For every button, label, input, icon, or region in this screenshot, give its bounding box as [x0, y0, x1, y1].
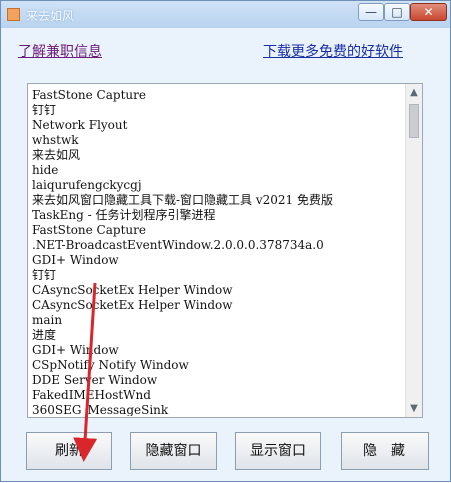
- vertical-scrollbar[interactable]: ▲ ▼: [405, 84, 422, 417]
- window-list-item[interactable]: hide: [32, 163, 404, 178]
- window-list-item[interactable]: 来去如风: [32, 148, 404, 163]
- window-list-item[interactable]: DDE Server Window: [32, 373, 404, 388]
- window-list-item[interactable]: whstwk: [32, 133, 404, 148]
- window-list-items: FastStone Capture 钉钉 Network Flyout whstwk 来…: [32, 88, 404, 416]
- window-list-item[interactable]: 进度: [32, 328, 404, 343]
- app-window: 来去如风 — □ ✕ 了解兼职信息 下载更多免费的好软件 FastStone C…: [0, 0, 451, 482]
- refresh-button[interactable]: 刷新: [26, 432, 112, 470]
- window-list-item[interactable]: FastStone Capture: [32, 223, 404, 238]
- window-list-item[interactable]: FakedIMEHostWnd: [32, 388, 404, 403]
- window-list-item[interactable]: CAsyncSocketEx Helper Window: [32, 283, 404, 298]
- scroll-down-arrow-icon[interactable]: ▼: [406, 400, 422, 417]
- window-list-item[interactable]: 360SEG_MessageSink: [32, 403, 404, 416]
- window-list-item[interactable]: TaskEng - 任务计划程序引擎进程: [32, 208, 404, 223]
- minimize-button[interactable]: —: [358, 3, 384, 21]
- window-list-item[interactable]: 来去如风窗口隐藏工具下载-窗口隐藏工具 v2021 免费版: [32, 193, 404, 208]
- window-list-item[interactable]: FastStone Capture: [32, 88, 404, 103]
- window-list[interactable]: FastStone Capture 钉钉 Network Flyout whstwk 来…: [27, 83, 423, 418]
- scroll-thumb[interactable]: [409, 104, 419, 138]
- window-list-item[interactable]: main: [32, 313, 404, 328]
- title-bar[interactable]: 来去如风 — □ ✕: [1, 1, 450, 28]
- window-title: 来去如风: [26, 9, 75, 23]
- window-list-item[interactable]: laiqurufengckycgj: [32, 178, 404, 193]
- window-list-item[interactable]: GDI+ Window: [32, 343, 404, 358]
- window-list-item[interactable]: CAsyncSocketEx Helper Window: [32, 298, 404, 313]
- window-list-item[interactable]: CSpNotify Notify Window: [32, 358, 404, 373]
- download-more-software-link[interactable]: 下载更多免费的好软件: [263, 43, 403, 61]
- window-list-item[interactable]: 钉钉: [32, 103, 404, 118]
- window-list-item[interactable]: GDI+ Window: [32, 253, 404, 268]
- close-button[interactable]: ✕: [410, 3, 447, 21]
- app-icon: [7, 8, 20, 21]
- window-list-item[interactable]: Network Flyout: [32, 118, 404, 133]
- scroll-up-arrow-icon[interactable]: ▲: [406, 84, 422, 101]
- hide-window-button[interactable]: 隐藏窗口: [130, 432, 217, 470]
- window-list-item[interactable]: .NET-BroadcastEventWindow.2.0.0.0.378734…: [32, 238, 404, 253]
- window-list-item[interactable]: 钉钉: [32, 268, 404, 283]
- maximize-button[interactable]: □: [384, 3, 410, 21]
- part-time-info-link[interactable]: 了解兼职信息: [18, 43, 102, 61]
- hide-button[interactable]: 隐藏: [341, 432, 429, 470]
- show-window-button[interactable]: 显示窗口: [235, 432, 321, 470]
